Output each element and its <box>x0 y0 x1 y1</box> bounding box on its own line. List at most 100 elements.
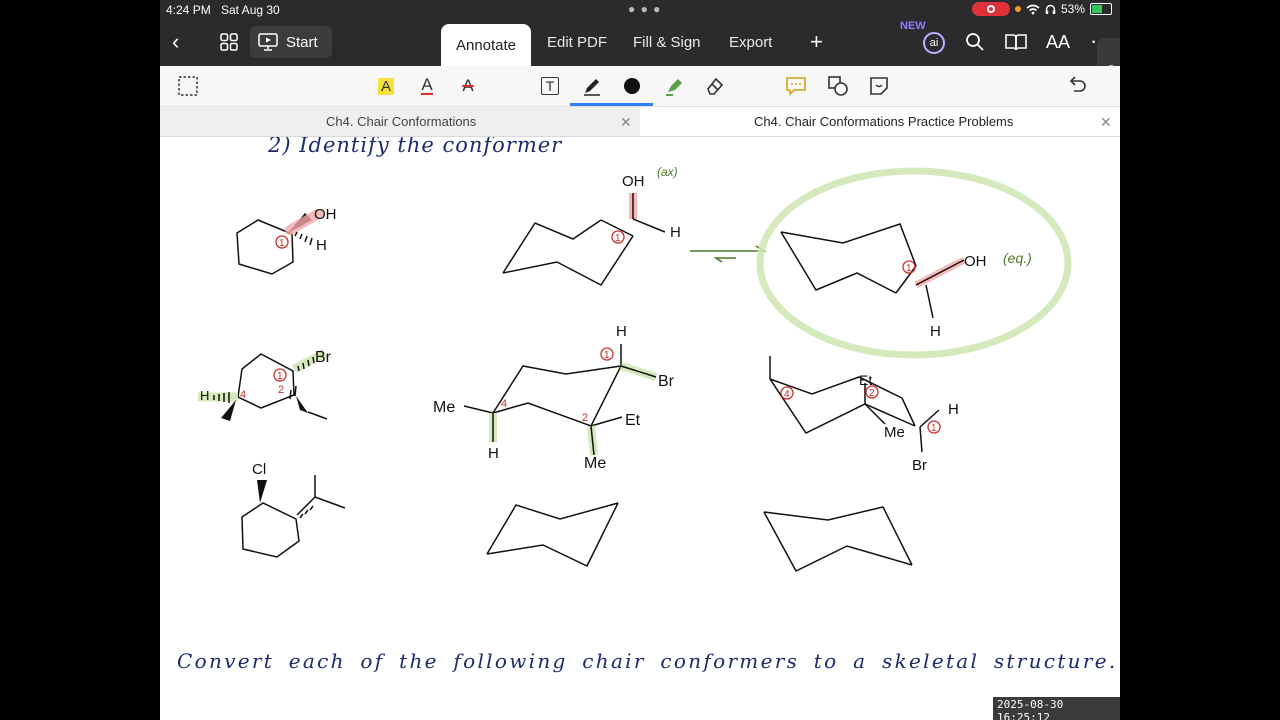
row2-chair-b-h: H <box>948 401 959 418</box>
row2-chair-b-c4-label: 4 <box>784 389 790 400</box>
mic-indicator-icon <box>1014 6 1021 12</box>
row1-equatorial-chair <box>780 223 966 319</box>
lasso-select-icon[interactable] <box>176 74 200 98</box>
status-time: 4:24 PM <box>166 3 211 17</box>
row3-chair-b <box>763 506 913 572</box>
pen-color-black-swatch[interactable] <box>620 74 644 98</box>
present-icon <box>258 33 278 51</box>
row2-chair-a-me-bottom: Me <box>584 455 606 472</box>
doc-tab-title: Ch4. Chair Conformations <box>326 114 477 129</box>
row1-equatorial-oh: OH <box>964 253 987 270</box>
sticker-tool-icon[interactable] <box>867 74 891 98</box>
back-chevron-icon[interactable]: ‹ <box>172 31 179 53</box>
row2-skeletal-c1-label: 1 <box>277 371 283 382</box>
headphones-icon <box>1045 4 1056 14</box>
ipad-screen: 4:24 PM Sat Aug 30 ● ● ● 53% ‹ Start Ann… <box>160 0 1120 720</box>
row1-axial-h: H <box>670 224 681 241</box>
underline-text-label: A <box>421 75 433 95</box>
doc-tab-chair-conformations[interactable]: Ch4. Chair Conformations ✕ <box>160 107 640 136</box>
row1-skeletal-h: H <box>316 237 327 254</box>
problem-heading: 2) Identify the conformer <box>267 137 563 157</box>
row1-equatorial-h: H <box>930 323 941 340</box>
row2-skeletal-h: H <box>200 388 209 403</box>
screen-record-icon[interactable] <box>971 2 1010 16</box>
row3-skeletal-cl: Cl <box>252 461 266 478</box>
thumbnail-grid-icon[interactable] <box>220 33 238 51</box>
doc-tab-title: Ch4. Chair Conformations Practice Proble… <box>754 114 1014 129</box>
wifi-icon <box>1026 4 1040 14</box>
recording-timestamp: 2025-08-30 16:25:12 <box>993 697 1120 720</box>
convert-instruction: Convert each of the following chair conf… <box>177 649 1118 673</box>
status-indicators: 53% <box>971 2 1112 16</box>
battery-percent: 53% <box>1060 2 1085 16</box>
pen-tool-icon[interactable] <box>580 74 604 98</box>
row1-axial-note: (ax) <box>657 165 678 179</box>
equilibrium-arrow-icon <box>690 245 767 263</box>
start-label: Start <box>286 33 318 51</box>
row2-skeletal-br: Br <box>315 349 332 366</box>
status-date: Sat Aug 30 <box>221 3 280 17</box>
annotate-toolbar: A A A T <box>160 66 1120 107</box>
row2-chair-a-c4-label: 4 <box>501 398 507 410</box>
doc-tab-practice-problems[interactable]: Ch4. Chair Conformations Practice Proble… <box>640 107 1120 136</box>
eraser-tool-icon[interactable] <box>703 74 727 98</box>
document-tab-bar: Ch4. Chair Conformations ✕ Ch4. Chair Co… <box>160 107 1120 137</box>
row2-chair-b-c2-label: 2 <box>869 388 875 399</box>
row2-chair-a-br: Br <box>658 373 675 390</box>
close-tab-icon[interactable]: ✕ <box>620 114 632 131</box>
row3-skeletal-cyclohexane <box>241 475 346 558</box>
row2-chair-a-h-top: H <box>616 323 627 340</box>
row1-skeletal-cyclohexane <box>236 209 323 275</box>
main-toolbar: ‹ Start Annotate Edit PDF Fill & Sign Ex… <box>160 20 1120 66</box>
add-tab-plus-icon[interactable]: + <box>810 29 823 55</box>
row1-skeletal-c1-label: 1 <box>279 238 285 249</box>
row2-chair-a <box>463 344 658 456</box>
tab-annotate[interactable]: Annotate <box>441 24 531 66</box>
close-tab-icon[interactable]: ✕ <box>1100 114 1112 131</box>
row2-chair-a-h-bottom: H <box>488 445 499 462</box>
row1-equatorial-note: (eq.) <box>1003 250 1032 266</box>
row1-axial-c1-label: 1 <box>615 233 621 244</box>
tab-edit-pdf[interactable]: Edit PDF <box>547 34 607 51</box>
row2-skeletal-c2-label: 2 <box>278 384 284 396</box>
comment-note-icon[interactable] <box>784 74 808 98</box>
row2-chair-a-c2-label: 2 <box>582 412 588 424</box>
text-box-label: T <box>540 77 560 95</box>
row2-chair-b-c1-label: 1 <box>931 423 937 434</box>
row2-chair-a-et: Et <box>625 412 641 429</box>
strikethrough-text-label: A <box>462 76 474 95</box>
row2-skeletal-c4-label: 4 <box>240 389 246 401</box>
underline-text-tool[interactable]: A <box>415 74 439 98</box>
row2-chair-b <box>769 356 940 453</box>
row1-equatorial-c1-label: 1 <box>906 263 912 274</box>
search-icon[interactable] <box>965 32 985 52</box>
shapes-tool-icon[interactable] <box>826 74 850 98</box>
ai-assistant-button[interactable]: ai <box>923 32 945 54</box>
undo-icon[interactable] <box>1065 74 1089 98</box>
row1-axial-chair <box>502 193 666 286</box>
row2-chair-b-br: Br <box>912 457 927 474</box>
tab-fill-sign[interactable]: Fill & Sign <box>633 34 701 51</box>
highlight-text-tool[interactable]: A <box>374 74 398 98</box>
row3-chair-a <box>486 502 619 567</box>
row2-chair-a-me-left: Me <box>433 399 455 416</box>
text-box-tool[interactable]: T <box>538 74 562 98</box>
row2-chair-b-me: Me <box>884 424 905 441</box>
highlight-text-label: A <box>377 77 394 95</box>
active-pen-indicator <box>570 103 653 106</box>
highlighter-tool-icon[interactable] <box>662 74 686 98</box>
row1-skeletal-oh: OH <box>314 206 337 223</box>
reader-mode-book-icon[interactable] <box>1005 32 1027 52</box>
tab-export[interactable]: Export <box>729 34 772 51</box>
ai-new-badge: NEW <box>900 20 926 32</box>
battery-icon <box>1090 3 1112 15</box>
row2-chair-a-c1-label: 1 <box>604 350 610 361</box>
multitask-dots-icon[interactable]: ● ● ● <box>628 2 661 16</box>
pdf-page-canvas[interactable]: 2) Identify the conformer OH H 1 OH (ax)… <box>160 137 1120 720</box>
strikethrough-text-tool[interactable]: A <box>456 74 480 98</box>
row2-skeletal-cyclohexane <box>198 349 328 421</box>
row1-axial-oh: OH <box>622 173 645 190</box>
text-size-button[interactable]: AA <box>1046 32 1070 53</box>
start-presentation-button[interactable]: Start <box>250 26 332 58</box>
status-bar: 4:24 PM Sat Aug 30 ● ● ● 53% <box>160 0 1120 20</box>
